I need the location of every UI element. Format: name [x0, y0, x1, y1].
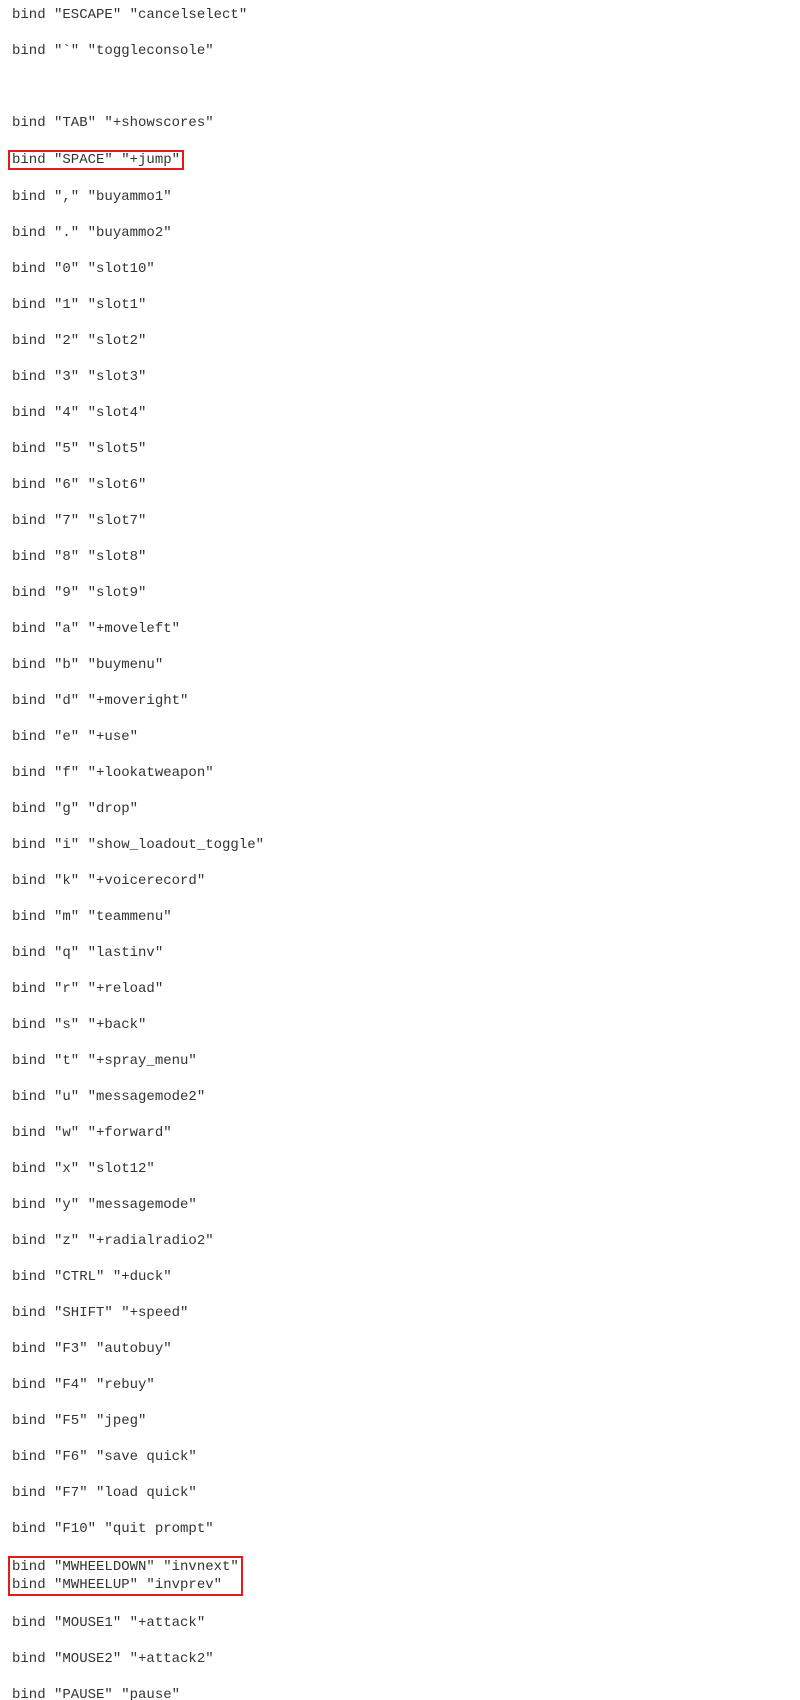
- config-line: bind "t" "+spray_menu": [8, 1052, 792, 1070]
- config-line: bind "g" "drop": [8, 800, 792, 818]
- config-line: [8, 78, 792, 96]
- config-line: bind "2" "slot2": [8, 332, 792, 350]
- config-line: bind "TAB" "+showscores": [8, 114, 792, 132]
- highlight-box: bind "SPACE" "+jump": [8, 150, 184, 170]
- config-line: bind "1" "slot1": [8, 296, 792, 314]
- config-line: bind "z" "+radialradio2": [8, 1232, 792, 1250]
- config-line: bind "3" "slot3": [8, 368, 792, 386]
- config-line-highlighted: bind "SPACE" "+jump": [8, 150, 792, 170]
- config-line: bind "F5" "jpeg": [8, 1412, 792, 1430]
- config-line: bind "e" "+use": [8, 728, 792, 746]
- config-line: bind "d" "+moveright": [8, 692, 792, 710]
- config-line: bind "b" "buymenu": [8, 656, 792, 674]
- config-line: bind "y" "messagemode": [8, 1196, 792, 1214]
- config-line: bind "w" "+forward": [8, 1124, 792, 1142]
- config-line: bind "0" "slot10": [8, 260, 792, 278]
- config-line: bind "k" "+voicerecord": [8, 872, 792, 890]
- config-line: bind "s" "+back": [8, 1016, 792, 1034]
- config-line: bind "u" "messagemode2": [8, 1088, 792, 1106]
- config-line: bind "F3" "autobuy": [8, 1340, 792, 1358]
- highlight-box: bind "MWHEELDOWN" "invnext" bind "MWHEEL…: [8, 1556, 243, 1596]
- config-line: bind "m" "teammenu": [8, 908, 792, 926]
- config-line: bind "F6" "save quick": [8, 1448, 792, 1466]
- config-line: bind "f" "+lookatweapon": [8, 764, 792, 782]
- config-line: bind "4" "slot4": [8, 404, 792, 422]
- config-line: bind "`" "toggleconsole": [8, 42, 792, 60]
- config-line: bind "CTRL" "+duck": [8, 1268, 792, 1286]
- config-line: bind "a" "+moveleft": [8, 620, 792, 638]
- config-line: bind "." "buyammo2": [8, 224, 792, 242]
- config-line: bind "F7" "load quick": [8, 1484, 792, 1502]
- config-line: bind "x" "slot12": [8, 1160, 792, 1178]
- config-line: bind "F10" "quit prompt": [8, 1520, 792, 1538]
- config-line: bind "," "buyammo1": [8, 188, 792, 206]
- config-line: bind "SHIFT" "+speed": [8, 1304, 792, 1322]
- config-line: bind "q" "lastinv": [8, 944, 792, 962]
- config-line: bind "7" "slot7": [8, 512, 792, 530]
- config-line: bind "8" "slot8": [8, 548, 792, 566]
- config-line: bind "9" "slot9": [8, 584, 792, 602]
- config-line: bind "5" "slot5": [8, 440, 792, 458]
- config-line: bind "PAUSE" "pause": [8, 1686, 792, 1700]
- config-line: bind "MOUSE2" "+attack2": [8, 1650, 792, 1668]
- config-line: bind "MOUSE1" "+attack": [8, 1614, 792, 1632]
- config-line: bind "6" "slot6": [8, 476, 792, 494]
- config-line-highlighted-group: bind "MWHEELDOWN" "invnext" bind "MWHEEL…: [8, 1556, 792, 1596]
- config-code-block: bind "ESCAPE" "cancelselect" bind "`" "t…: [8, 6, 792, 1700]
- config-line: bind "r" "+reload": [8, 980, 792, 998]
- config-line: bind "ESCAPE" "cancelselect": [8, 6, 792, 24]
- config-line: bind "F4" "rebuy": [8, 1376, 792, 1394]
- config-line: bind "i" "show_loadout_toggle": [8, 836, 792, 854]
